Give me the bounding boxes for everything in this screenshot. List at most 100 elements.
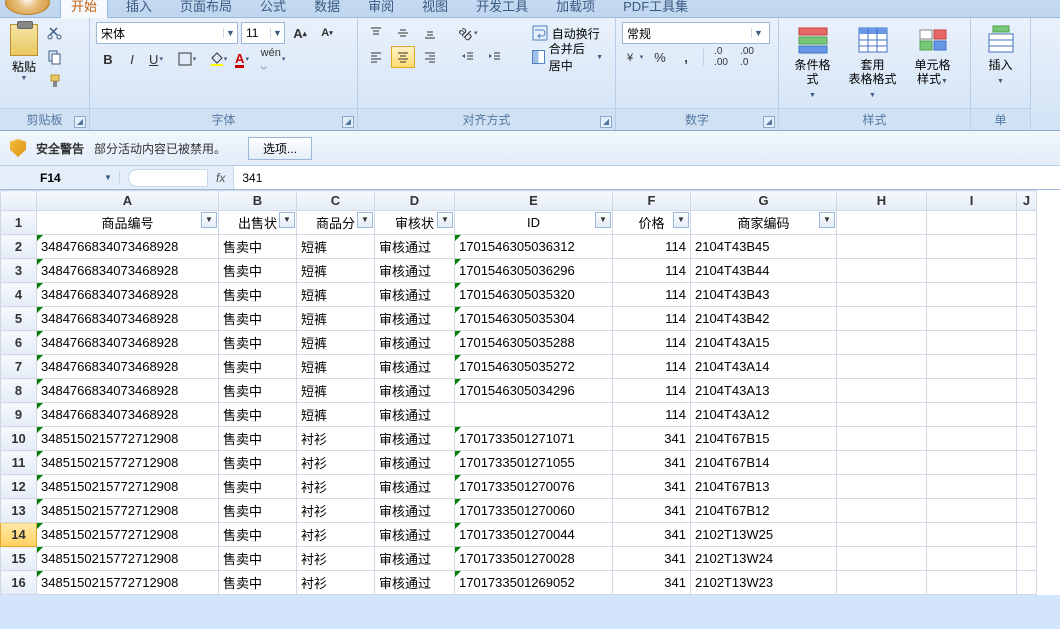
cell[interactable]	[1017, 331, 1037, 355]
chevron-down-icon[interactable]: ▼	[270, 28, 284, 38]
cell[interactable]	[837, 475, 927, 499]
security-options-button[interactable]: 选项...	[248, 137, 312, 160]
cell[interactable]: 1701733501270060	[455, 499, 613, 523]
cell[interactable]: 114	[613, 307, 691, 331]
underline-button[interactable]: U	[144, 48, 168, 70]
cell[interactable]	[1017, 499, 1037, 523]
orientation-button[interactable]: ab	[456, 22, 480, 44]
row-header-11[interactable]: 11	[1, 451, 37, 475]
spreadsheet-grid[interactable]: ABCDEFGHIJ1商品编号▼出售状▼商品分▼审核状▼ID▼价格▼商家编码▼2…	[0, 190, 1060, 595]
insert-cells-button[interactable]: 插入▼	[977, 22, 1024, 91]
row-header-5[interactable]: 5	[1, 307, 37, 331]
shrink-font-button[interactable]: A▾	[315, 22, 339, 44]
cell[interactable]	[927, 499, 1017, 523]
filter-button[interactable]: ▼	[357, 212, 373, 228]
increase-decimal-button[interactable]: .0.00	[709, 46, 733, 68]
cell[interactable]	[837, 499, 927, 523]
cell[interactable]	[927, 547, 1017, 571]
tab-9[interactable]: PDF工具集	[613, 0, 698, 17]
header-cell[interactable]: 价格▼	[613, 211, 691, 235]
cell[interactable]	[837, 523, 927, 547]
row-header-9[interactable]: 9	[1, 403, 37, 427]
fx-icon[interactable]: fx	[208, 171, 233, 185]
cell[interactable]	[837, 547, 927, 571]
cell[interactable]: 1701733501270076	[455, 475, 613, 499]
cell[interactable]: 3484766834073468928	[37, 235, 219, 259]
filter-button[interactable]: ▼	[437, 212, 453, 228]
cell[interactable]: 售卖中	[219, 499, 297, 523]
chevron-down-icon[interactable]: ▼	[223, 28, 237, 38]
column-header-C[interactable]: C	[297, 191, 375, 211]
cell[interactable]: 售卖中	[219, 475, 297, 499]
cell[interactable]: 3484766834073468928	[37, 283, 219, 307]
cell[interactable]: 短裤	[297, 379, 375, 403]
cell[interactable]: 3485150215772712908	[37, 571, 219, 595]
row-header-8[interactable]: 8	[1, 379, 37, 403]
number-format-input[interactable]	[623, 23, 751, 43]
cell[interactable]	[837, 211, 927, 235]
cell[interactable]: 3484766834073468928	[37, 331, 219, 355]
cell[interactable]: 3485150215772712908	[37, 451, 219, 475]
filter-button[interactable]: ▼	[201, 212, 217, 228]
cell[interactable]	[927, 355, 1017, 379]
cell[interactable]: 1701546305036312	[455, 235, 613, 259]
cell[interactable]: 2102T13W23	[691, 571, 837, 595]
filter-button[interactable]: ▼	[819, 212, 835, 228]
cell[interactable]: 审核通过	[375, 355, 455, 379]
cell[interactable]: 1701733501271071	[455, 427, 613, 451]
increase-indent-button[interactable]	[483, 46, 507, 68]
cell[interactable]	[1017, 355, 1037, 379]
cell[interactable]: 1701733501271055	[455, 451, 613, 475]
cell[interactable]: 售卖中	[219, 523, 297, 547]
cell[interactable]: 审核通过	[375, 499, 455, 523]
bold-button[interactable]: B	[96, 48, 120, 70]
cell[interactable]: 售卖中	[219, 451, 297, 475]
cell[interactable]	[1017, 307, 1037, 331]
cell[interactable]: 341	[613, 571, 691, 595]
cell[interactable]	[837, 331, 927, 355]
cell-styles-button[interactable]: 单元格样式▼	[905, 22, 960, 91]
decrease-indent-button[interactable]	[456, 46, 480, 68]
cell[interactable]: 售卖中	[219, 403, 297, 427]
cell[interactable]: 衬衫	[297, 499, 375, 523]
cell[interactable]	[1017, 403, 1037, 427]
cell[interactable]: 3485150215772712908	[37, 547, 219, 571]
merge-center-button[interactable]: 合并后居中▼	[526, 46, 609, 68]
cell[interactable]: 1701546305036296	[455, 259, 613, 283]
row-header-13[interactable]: 13	[1, 499, 37, 523]
header-cell[interactable]: 审核状▼	[375, 211, 455, 235]
align-left-button[interactable]	[364, 46, 388, 68]
cell[interactable]: 短裤	[297, 331, 375, 355]
header-cell[interactable]: 商品编号▼	[37, 211, 219, 235]
cell[interactable]	[837, 307, 927, 331]
cell[interactable]: 审核通过	[375, 307, 455, 331]
cell[interactable]	[1017, 259, 1037, 283]
cell[interactable]	[927, 283, 1017, 307]
row-header-15[interactable]: 15	[1, 547, 37, 571]
paste-button[interactable]: 粘贴 ▼	[6, 22, 42, 84]
cell[interactable]: 114	[613, 379, 691, 403]
tab-6[interactable]: 视图	[412, 0, 458, 17]
cell[interactable]	[837, 403, 927, 427]
cell[interactable]: 2104T43A13	[691, 379, 837, 403]
cell[interactable]	[1017, 451, 1037, 475]
row-header-1[interactable]: 1	[1, 211, 37, 235]
filter-button[interactable]: ▼	[673, 212, 689, 228]
cell[interactable]: 审核通过	[375, 379, 455, 403]
format-as-table-button[interactable]: 套用表格格式▼	[840, 22, 905, 105]
cell[interactable]: 售卖中	[219, 379, 297, 403]
cell[interactable]: 2104T43A14	[691, 355, 837, 379]
cell[interactable]	[837, 451, 927, 475]
column-header-I[interactable]: I	[927, 191, 1017, 211]
percent-button[interactable]: %	[648, 46, 672, 68]
cell[interactable]: 审核通过	[375, 259, 455, 283]
cell[interactable]	[927, 451, 1017, 475]
row-header-10[interactable]: 10	[1, 427, 37, 451]
align-right-button[interactable]	[418, 46, 442, 68]
cell[interactable]: 售卖中	[219, 283, 297, 307]
cell[interactable]: 短裤	[297, 283, 375, 307]
cell[interactable]	[927, 427, 1017, 451]
clipboard-launcher[interactable]: ◢	[74, 116, 86, 128]
header-cell[interactable]: 出售状▼	[219, 211, 297, 235]
row-header-12[interactable]: 12	[1, 475, 37, 499]
